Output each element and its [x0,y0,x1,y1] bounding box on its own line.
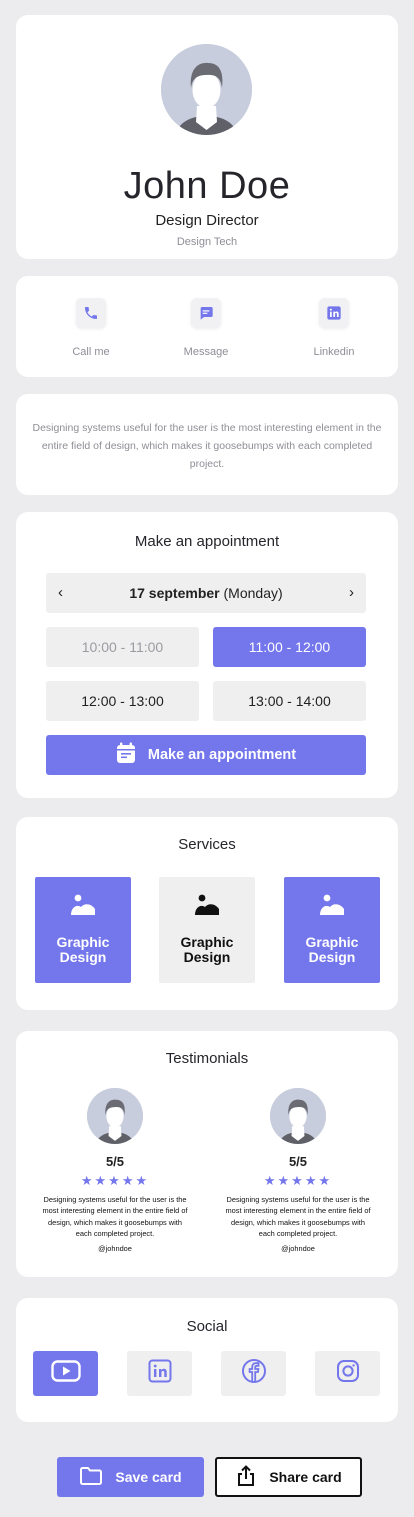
instagram-icon [336,1359,360,1388]
image-icon [284,893,380,919]
linkedin-button[interactable]: Linkedin [289,298,379,358]
profile-name: John Doe [123,165,291,207]
share-card-button[interactable]: Share card [215,1457,362,1497]
message-button[interactable]: Message [161,298,251,358]
testimonial-avatar [87,1088,143,1144]
share-card-label: Share card [269,1469,342,1485]
testimonials-card: Testimonials 5/5 ★★★★★ Designing systems… [16,1031,398,1277]
testimonial-handle: @johndoe [98,1244,132,1254]
phone-icon [76,298,106,328]
rating-stars: ★★★★★ [263,1173,333,1188]
youtube-button[interactable] [33,1351,98,1396]
service-label: Graphic Design [305,934,359,965]
service-tile[interactable]: Graphic Design [159,877,255,983]
profile-title: Design Director [155,212,259,229]
call-button[interactable]: Call me [46,298,136,358]
date-selector: ‹ 17 september (Monday) › [46,573,366,613]
service-tile[interactable]: Graphic Design [35,877,131,983]
testimonial-handle: @johndoe [281,1244,315,1254]
time-slot[interactable]: 13:00 - 14:00 [213,681,366,721]
make-appointment-button[interactable]: Make an appointment [46,735,366,775]
social-title: Social [186,1318,228,1335]
message-label: Message [183,346,229,358]
appointment-card: Make an appointment ‹ 17 september (Mond… [16,512,398,798]
time-slot-selected[interactable]: 11:00 - 12:00 [213,627,366,667]
profile-card: John Doe Design Director Design Tech [16,15,398,259]
linkedin-icon [319,298,349,328]
service-label: Graphic Design [56,934,110,965]
service-label: Graphic Design [180,934,234,965]
rating-stars: ★★★★★ [80,1173,150,1188]
testimonial-text: Designing systems useful for the user is… [225,1195,371,1238]
next-date-button[interactable]: › [349,584,354,601]
linkedin-icon [148,1359,172,1388]
bio-card: Designing systems useful for the user is… [16,394,398,495]
testimonial-avatar [270,1088,326,1144]
time-slot[interactable]: 12:00 - 13:00 [46,681,199,721]
make-appointment-label: Make an appointment [147,747,297,763]
service-tile[interactable]: Graphic Design [284,877,380,983]
save-card-button[interactable]: Save card [57,1457,204,1497]
calendar-icon [116,742,136,768]
youtube-icon [50,1360,81,1387]
profile-company: Design Tech [176,236,238,248]
time-slot[interactable]: 10:00 - 11:00 [46,627,199,667]
share-icon [235,1464,257,1490]
folder-icon [79,1466,103,1489]
services-card: Services Graphic Design Graphic Design Gra… [16,817,398,1010]
testimonial-item: 5/5 ★★★★★ Designing systems useful for t… [223,1088,373,1253]
testimonials-title: Testimonials [165,1050,249,1067]
call-label: Call me [72,346,110,358]
linkedin-social-button[interactable] [127,1351,192,1396]
instagram-button[interactable] [315,1351,380,1396]
save-card-label: Save card [115,1469,182,1485]
social-card: Social [16,1298,398,1422]
image-icon [159,893,255,919]
testimonial-text: Designing systems useful for the user is… [42,1195,188,1238]
bio-text: Designing systems useful for the user is… [32,422,382,470]
profile-avatar [161,44,252,135]
rating-value: 5/5 [288,1154,308,1169]
services-title: Services [178,836,236,853]
facebook-button[interactable] [221,1351,286,1396]
message-icon [191,298,221,328]
contacts-card: Call me Message Linkedin [16,276,398,377]
image-icon [35,893,131,919]
date-value: 17 september [129,585,220,601]
rating-value: 5/5 [105,1154,125,1169]
testimonial-item: 5/5 ★★★★★ Designing systems useful for t… [40,1088,190,1253]
selected-date: 17 september (Monday) [46,585,366,601]
facebook-icon [241,1358,267,1389]
appointment-title: Make an appointment [134,533,280,550]
linkedin-label: Linkedin [313,346,355,358]
weekday-value: (Monday) [223,585,283,601]
